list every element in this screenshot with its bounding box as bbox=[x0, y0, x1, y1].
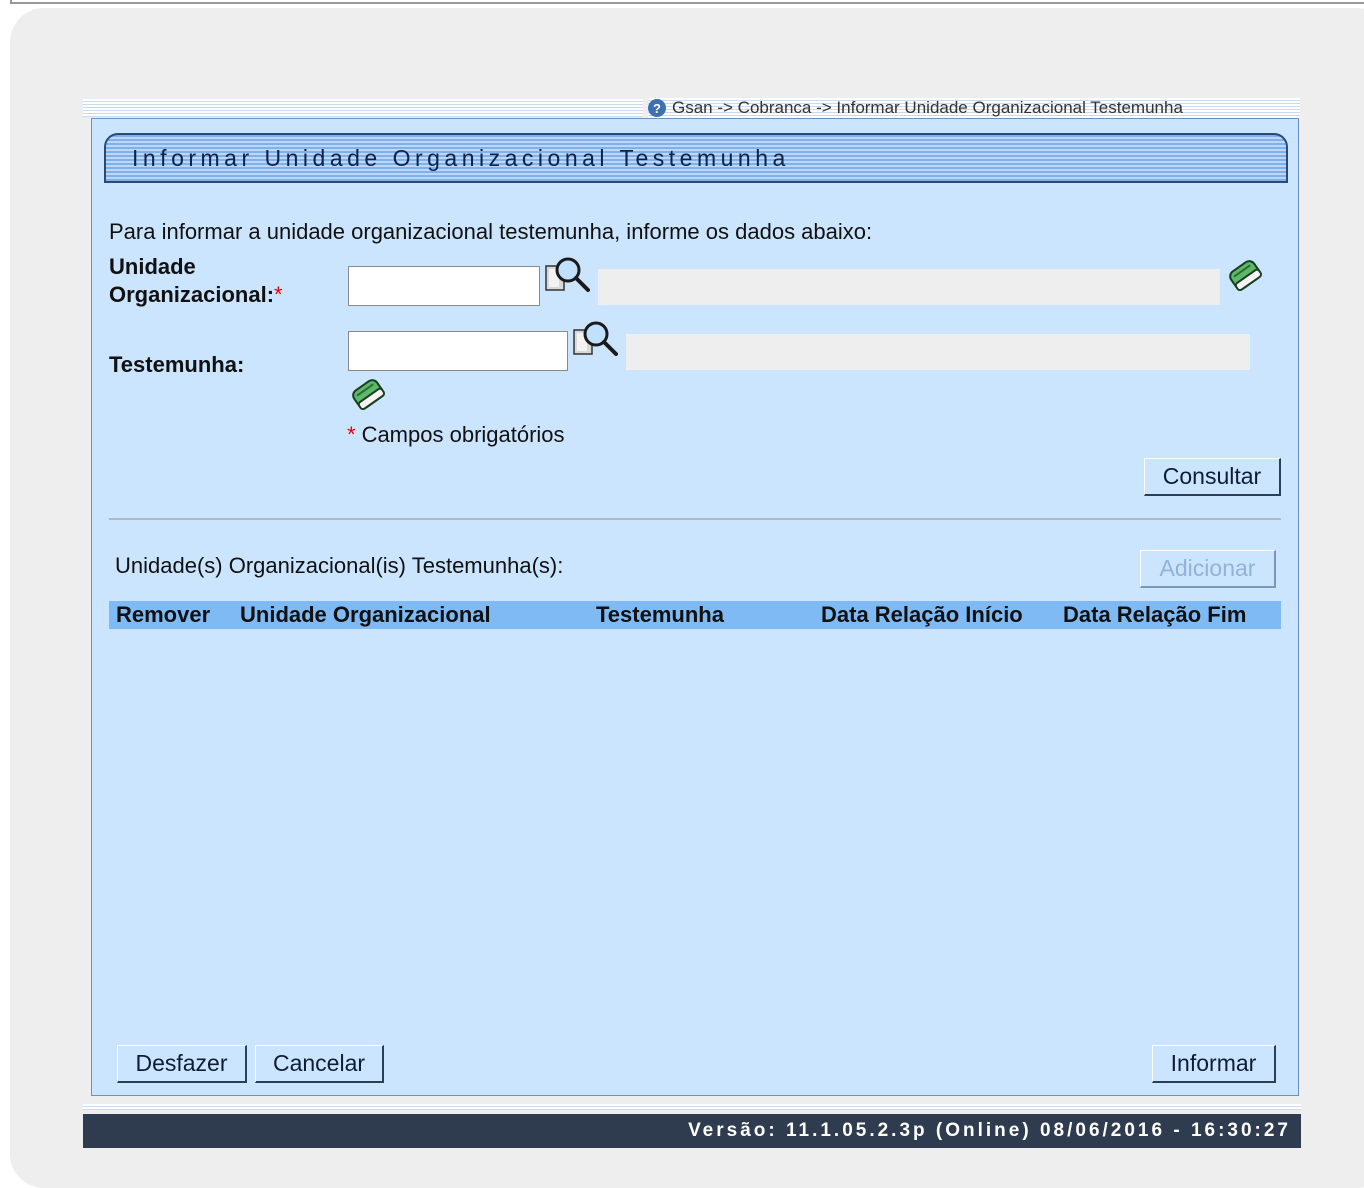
column-unidade-organizacional: Unidade Organizacional bbox=[240, 602, 491, 627]
informar-button[interactable]: Informar bbox=[1152, 1045, 1276, 1083]
testemunha-label: Testemunha: bbox=[109, 352, 245, 377]
column-remover: Remover bbox=[116, 602, 211, 627]
column-testemunha: Testemunha bbox=[596, 602, 724, 627]
section-divider bbox=[109, 518, 1281, 520]
consultar-button[interactable]: Consultar bbox=[1144, 458, 1281, 496]
required-fields-note: * Campos obrigatórios bbox=[347, 422, 565, 448]
unidade-label-line2: Organizacional: bbox=[109, 282, 275, 307]
search-icon[interactable] bbox=[572, 318, 618, 362]
testemunha-description bbox=[626, 334, 1250, 370]
footer-decoration bbox=[83, 1104, 1301, 1110]
intro-text: Para informar a unidade organizacional t… bbox=[109, 219, 873, 244]
title-bar: Informar Unidade Organizacional Testemun… bbox=[104, 133, 1288, 183]
main-form-panel: Informar Unidade Organizacional Testemun… bbox=[91, 118, 1299, 1096]
version-text: Versão: 11.1.05.2.3p (Online) 08/06/2016… bbox=[688, 1120, 1291, 1141]
list-title: Unidade(s) Organizacional(is) Testemunha… bbox=[115, 553, 564, 578]
required-note-text: Campos obrigatórios bbox=[361, 422, 565, 447]
unidade-label-line1: Unidade bbox=[109, 254, 196, 279]
search-icon[interactable] bbox=[544, 254, 590, 298]
testemunha-input[interactable] bbox=[348, 331, 568, 371]
version-footer: Versão: 11.1.05.2.3p (Online) 08/06/2016… bbox=[83, 1114, 1301, 1148]
desfazer-button[interactable]: Desfazer bbox=[117, 1045, 247, 1083]
help-icon[interactable]: ? bbox=[648, 99, 666, 117]
required-marker: * bbox=[347, 422, 356, 447]
breadcrumb-text: Gsan -> Cobranca -> Informar Unidade Org… bbox=[672, 98, 1183, 117]
column-data-relacao-inicio: Data Relação Início bbox=[821, 602, 1023, 627]
eraser-icon[interactable] bbox=[1225, 255, 1265, 295]
breadcrumb: ? Gsan -> Cobranca -> Informar Unidade O… bbox=[648, 98, 1300, 118]
page-title: Informar Unidade Organizacional Testemun… bbox=[132, 144, 790, 171]
eraser-icon[interactable] bbox=[348, 374, 388, 414]
unidade-organizacional-label: Unidade Organizacional:* bbox=[109, 253, 283, 309]
cancelar-button[interactable]: Cancelar bbox=[255, 1045, 384, 1083]
unidade-organizacional-description bbox=[598, 269, 1220, 305]
table-header: Remover Unidade Organizacional Testemunh… bbox=[109, 601, 1281, 629]
required-marker: * bbox=[274, 282, 283, 307]
top-frame-border bbox=[10, 0, 1364, 4]
adicionar-button[interactable]: Adicionar bbox=[1140, 550, 1276, 588]
unidade-organizacional-input[interactable] bbox=[348, 266, 540, 306]
breadcrumb-decoration bbox=[83, 99, 643, 117]
column-data-relacao-fim: Data Relação Fim bbox=[1063, 602, 1247, 627]
